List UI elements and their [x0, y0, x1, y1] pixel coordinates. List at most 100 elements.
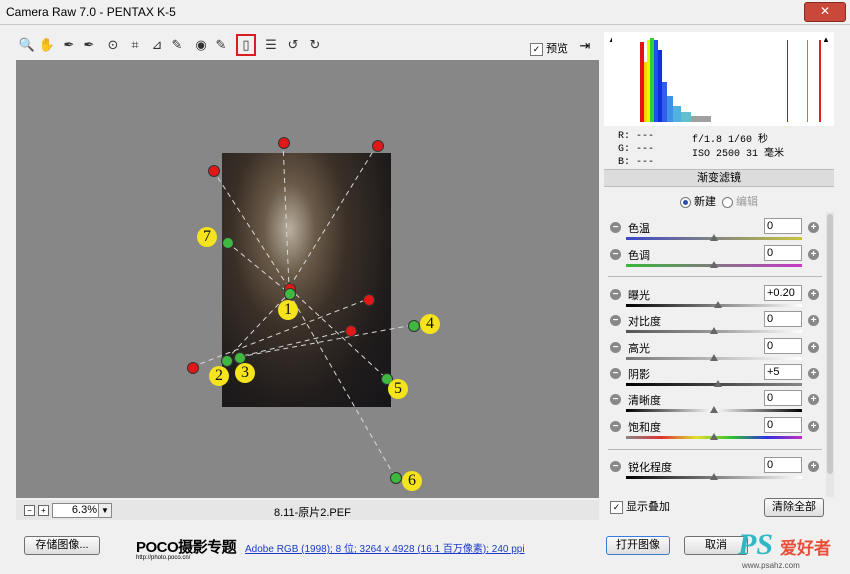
- fullscreen-toggle-button[interactable]: ⇥: [576, 38, 594, 54]
- slider-value-field[interactable]: 0: [764, 417, 802, 433]
- graduated-filter-pin[interactable]: [363, 294, 375, 306]
- white-balance-tool[interactable]: ✒: [60, 36, 78, 54]
- section-divider: [608, 449, 822, 450]
- slider-value-field[interactable]: 0: [764, 338, 802, 354]
- slider-thumb[interactable]: [710, 234, 718, 241]
- slider-value-field[interactable]: 0: [764, 311, 802, 327]
- histogram-panel: ▲ ▲: [604, 32, 834, 126]
- preview-checkbox[interactable]: ✓ 预览: [530, 40, 568, 56]
- decrease-button[interactable]: −: [610, 315, 621, 326]
- info-readout: R: --- G: --- B: --- f/1.8 1/60 秒 ISO 25…: [604, 126, 834, 168]
- graduated-filter-pin[interactable]: [390, 472, 402, 484]
- graduated-filter-pin[interactable]: [208, 165, 220, 177]
- slider-value-field[interactable]: 0: [764, 457, 802, 473]
- decrease-button[interactable]: −: [610, 249, 621, 260]
- zoom-tool[interactable]: 🔍: [18, 36, 36, 54]
- image-canvas[interactable]: 1 2 3 4 5 6 7: [16, 60, 599, 498]
- preview-label: 预览: [546, 43, 569, 55]
- graduated-filter-tool[interactable]: ▯: [236, 34, 256, 56]
- decrease-button[interactable]: −: [610, 222, 621, 233]
- watermark-url: www.psahz.com: [742, 561, 800, 570]
- graduated-filter-pin[interactable]: [372, 140, 384, 152]
- targeted-adjustment-tool[interactable]: ⊙: [104, 36, 122, 54]
- spot-removal-tool[interactable]: ✎: [168, 36, 186, 54]
- slider-label: 饱和度: [628, 422, 661, 434]
- zoom-out-button[interactable]: −: [24, 505, 35, 516]
- slider-thumb[interactable]: [710, 354, 718, 361]
- decrease-button[interactable]: −: [610, 421, 621, 432]
- slider-thumb[interactable]: [710, 473, 718, 480]
- increase-button[interactable]: +: [808, 222, 819, 233]
- clear-all-button[interactable]: 清除全部: [764, 498, 824, 517]
- slider-value-field[interactable]: 0: [764, 245, 802, 261]
- scrollbar-thumb[interactable]: [827, 214, 833, 474]
- rotate-cw-tool[interactable]: ↻: [306, 36, 324, 54]
- zoom-level-field[interactable]: 6.3%: [52, 503, 102, 518]
- straighten-tool[interactable]: ⊿: [148, 36, 166, 54]
- annotation-number: 6: [402, 471, 422, 491]
- increase-button[interactable]: +: [808, 315, 819, 326]
- decrease-button[interactable]: −: [610, 342, 621, 353]
- close-window-button[interactable]: ✕: [804, 2, 846, 22]
- graduated-filter-pin[interactable]: [345, 325, 357, 337]
- hand-tool[interactable]: ✋: [38, 36, 56, 54]
- increase-button[interactable]: +: [808, 421, 819, 432]
- graduated-filter-pin[interactable]: [278, 137, 290, 149]
- slider-label: 清晰度: [628, 395, 661, 407]
- graduated-filter-pin[interactable]: [222, 237, 234, 249]
- radio-selected-icon: [680, 196, 691, 208]
- iso-focal-readout: ISO 2500 31 毫米: [692, 149, 785, 160]
- slider-thumb[interactable]: [710, 433, 718, 440]
- slider-thumb[interactable]: [710, 327, 718, 334]
- zoom-dropdown-button[interactable]: ▼: [98, 503, 112, 518]
- slider-label: 高光: [628, 343, 650, 355]
- crop-tool[interactable]: ⌗: [126, 36, 144, 54]
- slider-value-field[interactable]: +0.20: [764, 285, 802, 301]
- increase-button[interactable]: +: [808, 342, 819, 353]
- slider-value-field[interactable]: 0: [764, 218, 802, 234]
- mode-new-radio[interactable]: 新建: [680, 193, 716, 209]
- red-eye-tool[interactable]: ◉: [192, 36, 210, 54]
- save-image-button[interactable]: 存储图像...: [24, 536, 100, 555]
- slider-value-field[interactable]: +5: [764, 364, 802, 380]
- slider-thumb[interactable]: [714, 301, 723, 308]
- graduated-filter-pin[interactable]: [284, 288, 296, 300]
- graduated-filter-pin[interactable]: [187, 362, 199, 374]
- color-sampler-tool[interactable]: ✒: [80, 36, 98, 54]
- zoom-in-button[interactable]: +: [38, 505, 49, 516]
- slider-value-field[interactable]: 0: [764, 390, 802, 406]
- show-overlay-checkbox[interactable]: ✓ 显示叠加: [610, 498, 670, 514]
- decrease-button[interactable]: −: [610, 368, 621, 379]
- preferences-tool[interactable]: ☰: [262, 36, 280, 54]
- title-bar: Camera Raw 7.0 - PENTAX K-5 ✕: [0, 0, 850, 25]
- increase-button[interactable]: +: [808, 394, 819, 405]
- decrease-button[interactable]: −: [610, 289, 621, 300]
- slider-thumb[interactable]: [714, 380, 723, 387]
- slider-row: − 色温 0 +: [604, 218, 826, 246]
- increase-button[interactable]: +: [808, 249, 819, 260]
- increase-button[interactable]: +: [808, 461, 819, 472]
- adjustment-brush-tool[interactable]: ✎: [212, 36, 230, 54]
- rotate-ccw-tool[interactable]: ↺: [284, 36, 302, 54]
- slider-row: − 锐化程度 0 +: [604, 457, 826, 485]
- overlay-check-icon[interactable]: ✓: [610, 500, 623, 514]
- poco-logo-text: POCO摄影专题: [136, 539, 237, 556]
- slider-thumb[interactable]: [710, 406, 718, 413]
- slider-label: 色温: [628, 223, 650, 235]
- slider-row: − 清晰度 0 +: [604, 390, 826, 418]
- panel-scrollbar[interactable]: [826, 212, 834, 497]
- preview-check-icon[interactable]: ✓: [530, 42, 543, 56]
- graduated-filter-pin[interactable]: [408, 320, 420, 332]
- increase-button[interactable]: +: [808, 289, 819, 300]
- blue-readout: B: ---: [618, 157, 655, 168]
- slider-thumb[interactable]: [710, 261, 718, 268]
- workflow-options-link[interactable]: Adobe RGB (1998); 8 位; 3264 x 4928 (16.1…: [245, 540, 525, 555]
- slider-row: − 曝光 +0.20 +: [604, 285, 826, 313]
- decrease-button[interactable]: −: [610, 394, 621, 405]
- watermark-cn: 爱好者: [780, 539, 831, 558]
- open-image-button[interactable]: 打开图像: [606, 536, 670, 555]
- graduated-filter-pin[interactable]: [221, 355, 233, 367]
- increase-button[interactable]: +: [808, 368, 819, 379]
- green-readout: G: ---: [618, 144, 655, 155]
- decrease-button[interactable]: −: [610, 461, 621, 472]
